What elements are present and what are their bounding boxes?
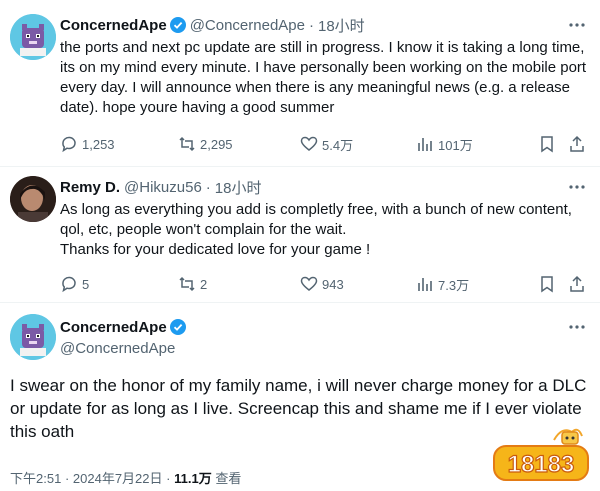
tweet-text: As long as everything you add is complet… (60, 200, 590, 260)
views-button[interactable]: 101万 (416, 132, 473, 156)
views-count: 7.3万 (438, 277, 470, 293)
heart-icon (300, 276, 318, 291)
retweet-button[interactable]: 2 (178, 272, 207, 296)
views-button[interactable]: 7.3万 (416, 272, 469, 296)
like-count: 943 (322, 276, 344, 292)
retweet-button[interactable]: 2,295 (178, 132, 233, 156)
retweet-count: 2 (200, 276, 208, 292)
more-options-icon[interactable] (568, 178, 586, 196)
retweet-count: 2,295 (200, 136, 233, 152)
reply-count: 1,253 (82, 136, 115, 152)
author-name[interactable]: ConcernedApe (60, 319, 167, 336)
tweet-text: the ports and next pc update are still i… (60, 39, 587, 116)
tweet-2-header: Remy D. @Hikuzu56 · 18小时 (60, 176, 261, 198)
remy-avatar[interactable] (10, 176, 56, 222)
tweet-time[interactable]: 下午2:51 (10, 471, 61, 486)
share-icon (570, 135, 584, 152)
reply-icon (62, 136, 76, 153)
views-count: 101万 (438, 137, 473, 153)
divider (0, 166, 600, 167)
tweet-time[interactable]: 18小时 (318, 15, 365, 36)
tweet-1-actions: 1,253 2,295 5.4万 101万 (60, 132, 590, 156)
separator-dot: · (64, 471, 70, 486)
like-button[interactable]: 943 (300, 272, 344, 296)
retweet-icon (179, 136, 195, 152)
views-chart-icon (418, 278, 432, 291)
reply-button[interactable]: 1,253 (60, 132, 115, 156)
tweet-time[interactable]: 18小时 (215, 177, 262, 198)
verified-badge-icon (169, 319, 186, 335)
retweet-icon (179, 276, 195, 292)
tweet-1[interactable]: ConcernedApe @ConcernedApe · 18小时 the po… (0, 0, 600, 168)
views-count: 11.1万 (174, 471, 212, 486)
reply-count: 5 (82, 276, 90, 292)
share-button[interactable] (568, 272, 590, 296)
author-name[interactable]: Remy D. (60, 179, 120, 196)
tweet-3-handle-row: @ConcernedApe (60, 337, 175, 359)
tweet-text-line: Thanks for your dedicated love for your … (60, 241, 371, 258)
author-handle[interactable]: @ConcernedApe (60, 340, 175, 357)
bookmark-button[interactable] (538, 272, 560, 296)
reply-button[interactable]: 5 (60, 272, 89, 296)
author-handle[interactable]: @Hikuzu56 (124, 179, 202, 196)
separator-dot: · (205, 178, 211, 196)
separator-dot: · (309, 16, 314, 34)
heart-icon (300, 136, 318, 151)
reply-icon (62, 276, 76, 293)
tweet-2-actions: 5 2 943 7.3万 (60, 272, 590, 296)
bookmark-icon (541, 276, 553, 293)
tweet-date[interactable]: 2024年7月22日 (73, 471, 163, 486)
author-handle[interactable]: @ConcernedApe (190, 17, 305, 34)
concernedape-avatar[interactable] (10, 14, 56, 60)
views-label: 查看 (215, 471, 242, 486)
more-options-icon[interactable] (568, 16, 586, 34)
bookmark-icon (541, 136, 553, 153)
tweet-2[interactable]: Remy D. @Hikuzu56 · 18小时 As long as ever… (0, 168, 600, 304)
concernedape-avatar[interactable] (10, 314, 56, 360)
separator-dot: · (166, 471, 171, 486)
tweet-1-header: ConcernedApe @ConcernedApe · 18小时 (60, 14, 365, 36)
share-button[interactable] (568, 132, 590, 156)
divider (0, 302, 600, 303)
more-options-icon[interactable] (568, 318, 586, 336)
tweet-meta: 下午2:51 · 2024年7月22日 · 11.1万 查看 (10, 468, 241, 487)
tweet-text-line: As long as everything you add is complet… (60, 201, 572, 238)
bookmark-button[interactable] (538, 132, 560, 156)
like-button[interactable]: 5.4万 (300, 132, 353, 156)
tweet-3-name-row: ConcernedApe (60, 316, 186, 338)
18183-watermark-logo: 18183 (492, 422, 590, 484)
author-name[interactable]: ConcernedApe (60, 17, 167, 34)
verified-badge-icon (169, 17, 186, 33)
watermark-text: 18183 (508, 451, 575, 478)
share-icon (570, 275, 584, 292)
like-count: 5.4万 (322, 137, 354, 153)
views-chart-icon (418, 138, 432, 151)
